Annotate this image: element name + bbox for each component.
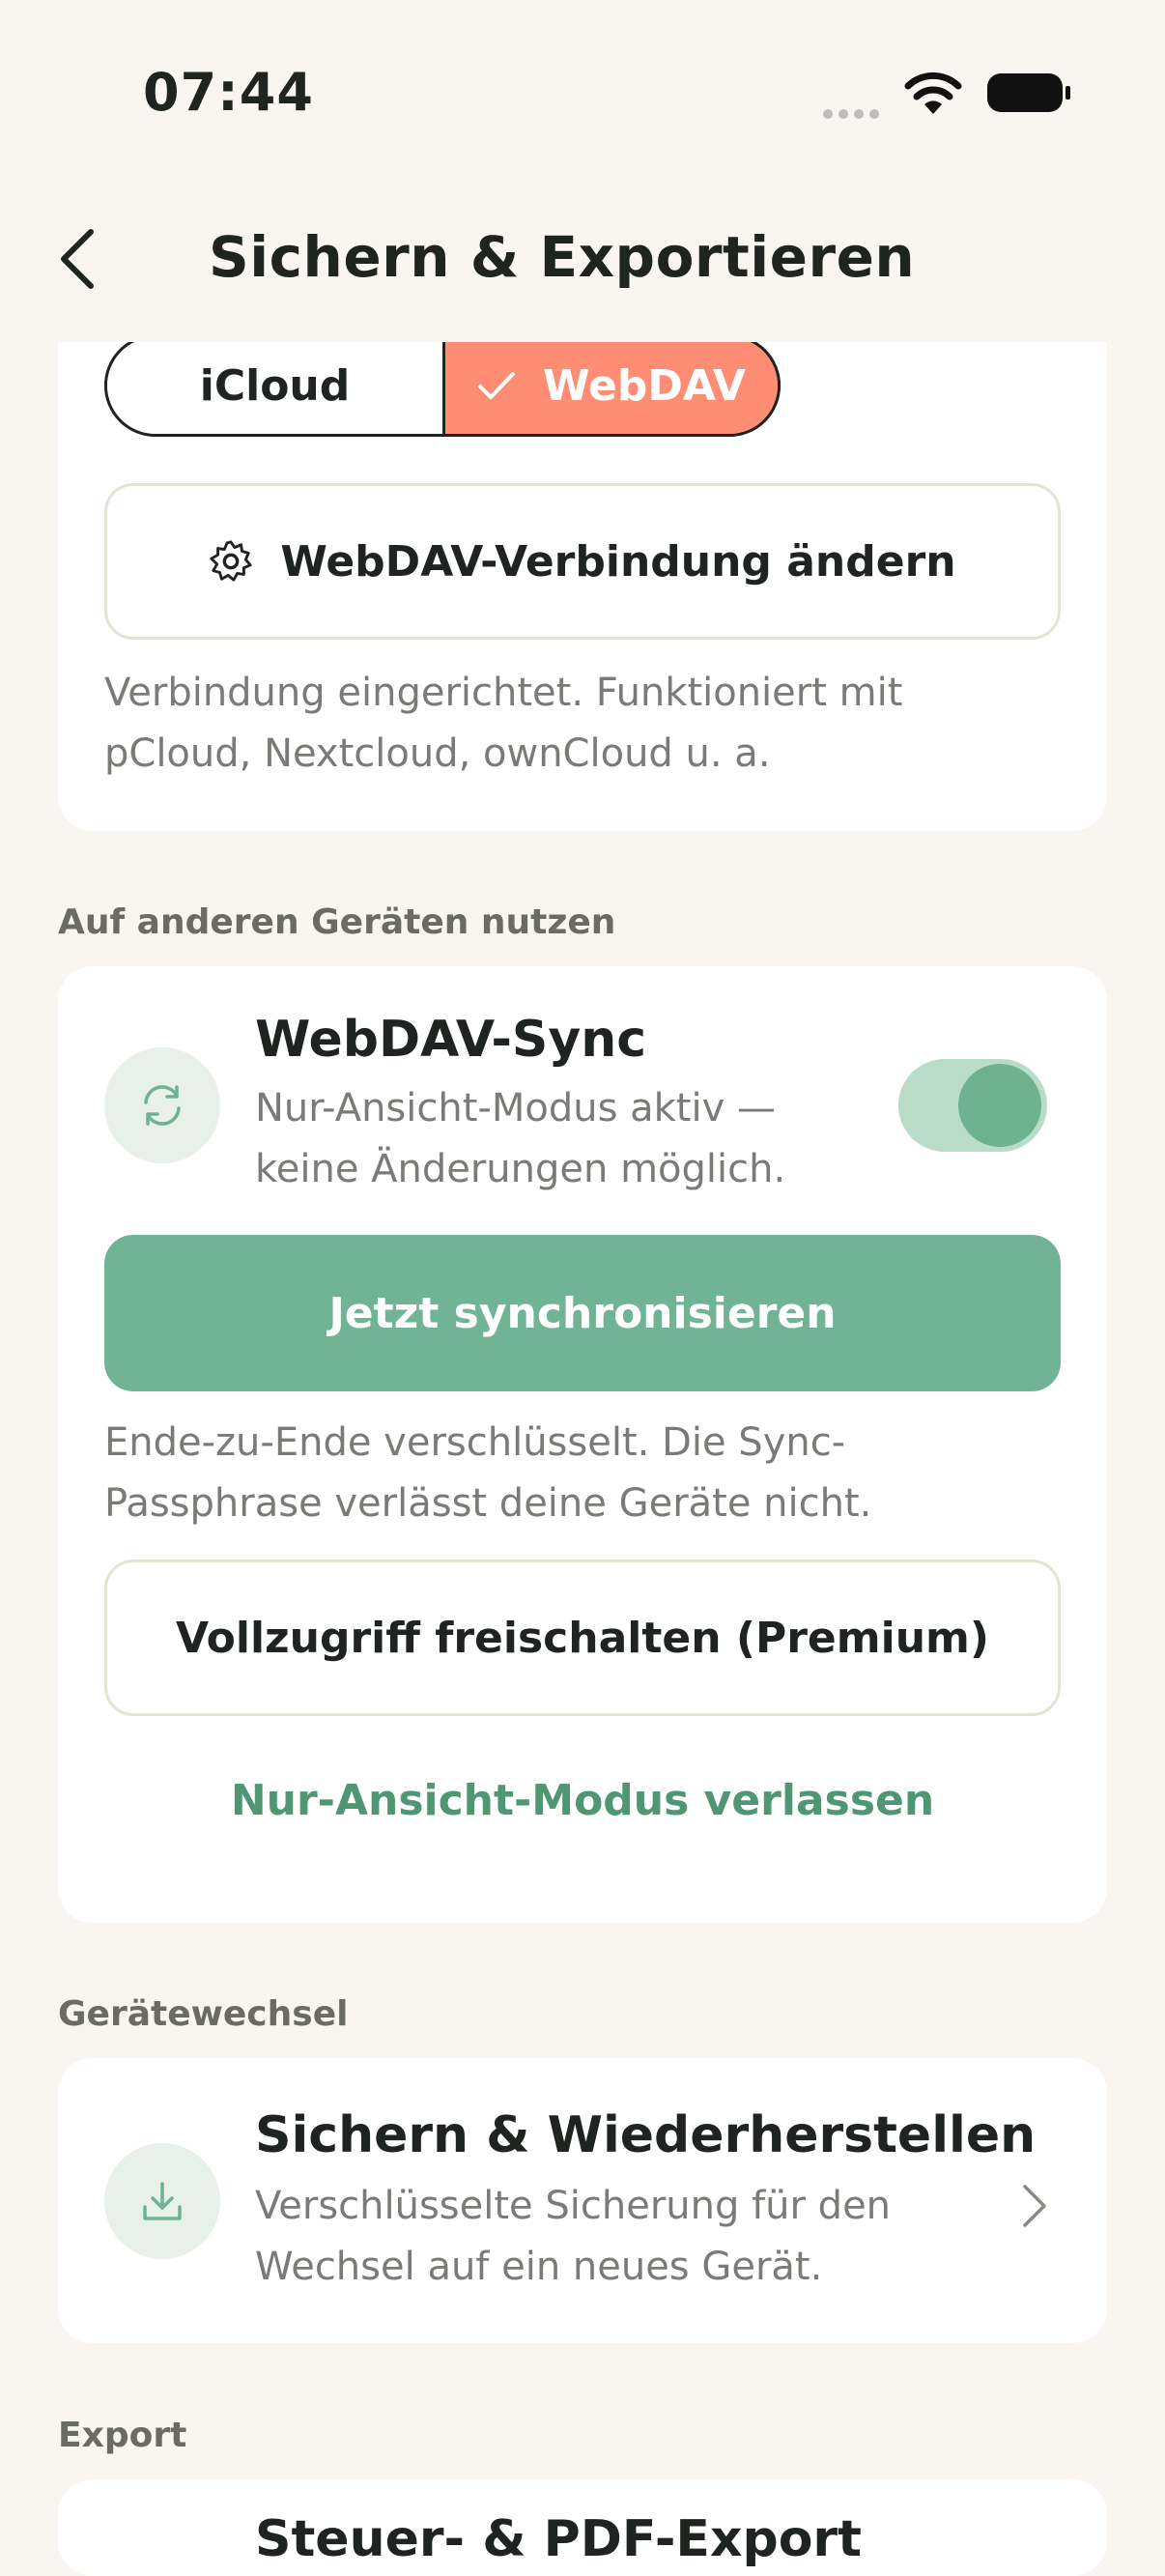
backup-title: Sichern & Wiederherstellen (255, 2106, 1037, 2164)
back-chevron-icon[interactable] (58, 228, 97, 290)
download-icon (143, 2182, 182, 2220)
storage-description: Verbindung eingerichtet. Funktioniert mi… (104, 671, 903, 776)
sync-now-label: Jetzt synchronisieren (328, 1288, 837, 1338)
sync-title: WebDAV-Sync (255, 1011, 647, 1069)
unlock-premium-label: Vollzugriff freischalten (Premium) (176, 1613, 989, 1663)
encryption-note: Ende-zu-Ende verschlüsselt. Die Sync-Pas… (104, 1420, 872, 1526)
chevron-right-icon (1023, 2185, 1046, 2227)
backup-subtitle: Verschlüsselte Sicherung für den Wechsel… (255, 2184, 892, 2289)
sync-now-button[interactable]: Jetzt synchronisieren (104, 1235, 1061, 1391)
page-title: Sichern & Exportieren (209, 224, 916, 290)
segment-icloud-visible[interactable]: iCloud (107, 342, 445, 434)
checkmark-icon (478, 372, 516, 399)
segment-icloud-label: iCloud (199, 360, 351, 411)
unlock-premium-button[interactable]: Vollzugriff freischalten (Premium) (104, 1560, 1061, 1716)
change-webdav-connection-label: WebDAV-Verbindung ändern (280, 536, 956, 587)
sync-icon (144, 1085, 181, 1126)
section-label-export: Export (58, 2416, 187, 2455)
segment-webdav-visible[interactable]: WebDAV (445, 342, 778, 434)
sync-icon-badge (104, 1047, 220, 1163)
status-time: 07:44 (143, 62, 314, 123)
signal-dots-icon (823, 104, 885, 119)
sync-toggle[interactable] (898, 1059, 1047, 1152)
battery-icon (987, 73, 1070, 112)
sync-subtitle: Nur-Ansicht-Modus aktiv — keine Änderung… (255, 1086, 786, 1191)
section-label-device-change: Gerätewechsel (58, 1994, 349, 2034)
export-row-title: Steuer- & PDF-Export (255, 2510, 862, 2568)
download-icon-badge (104, 2143, 220, 2259)
segment-webdav-label: WebDAV (543, 360, 746, 411)
change-webdav-connection-button[interactable]: WebDAV-Verbindung ändern (104, 483, 1061, 640)
top-bar (0, 0, 1165, 342)
wifi-icon (904, 72, 962, 114)
section-label-other-devices: Auf anderen Geräten nutzen (58, 902, 616, 942)
leave-view-mode-link[interactable]: Nur-Ansicht-Modus verlassen (104, 1776, 1061, 1825)
toggle-knob (958, 1064, 1041, 1147)
gear-icon (210, 540, 252, 582)
storage-segmented-control-visible: iCloud WebDAV (104, 342, 781, 437)
